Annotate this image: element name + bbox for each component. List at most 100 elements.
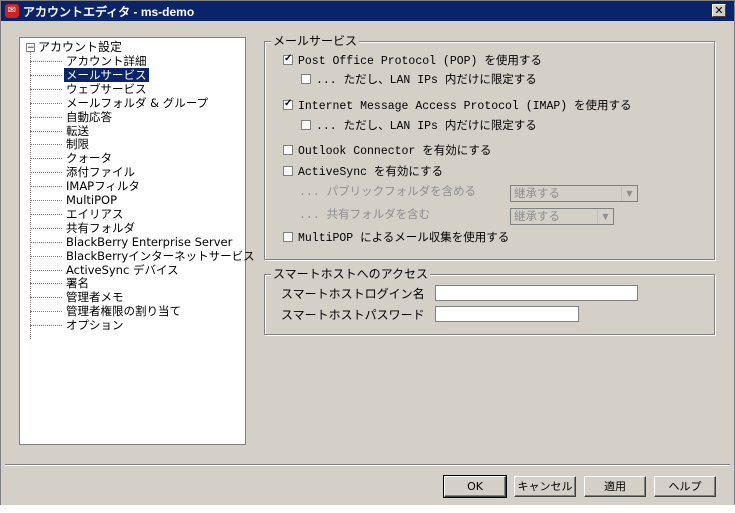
tree-root[interactable]: − アカウント設定 xyxy=(26,40,122,54)
apply-button[interactable]: 適用 xyxy=(584,476,646,497)
tree-connector xyxy=(30,74,62,76)
tree-item[interactable]: 管理者権限の割り当て xyxy=(30,305,183,318)
outlook-connector-checkbox[interactable] xyxy=(283,144,293,155)
tree-item[interactable]: 転送 xyxy=(30,124,91,138)
tree-item[interactable]: 署名 xyxy=(30,277,91,290)
outlook-connector-label: Outlook Connector を有効にする xyxy=(298,145,492,158)
mail-services-group: メールサービス ✓ Post Office Protocol (POP) を使用す… xyxy=(264,34,715,260)
activesync-label: ActiveSync を有効にする xyxy=(298,166,444,179)
multipop-checkbox[interactable] xyxy=(283,231,293,242)
smarthost-login-input[interactable] xyxy=(435,285,638,301)
smarthost-login-label: スマートホストログイン名 xyxy=(281,287,425,301)
tree-item-label: 自動応答 xyxy=(66,109,112,124)
tree-connector xyxy=(30,88,62,90)
tree-item[interactable]: 共有フォルダ xyxy=(30,220,137,235)
imap-lan-checkbox-row[interactable]: ... ただし、LAN IPs 内だけに限定する xyxy=(301,119,537,134)
pop-checkbox-row[interactable]: ✓ Post Office Protocol (POP) を使用する xyxy=(283,54,542,69)
shared-folders-value: 継承する xyxy=(514,209,560,223)
tree-root-label: アカウント設定 xyxy=(38,40,123,54)
tree-connector xyxy=(30,186,62,188)
chevron-down-icon[interactable]: ▼ xyxy=(621,186,637,201)
tree-item-label: BlackBerry Enterprise Server xyxy=(66,234,233,249)
smarthost-password-label: スマートホストパスワード xyxy=(281,308,425,322)
shared-folders-label: ... 共有フォルダを含む xyxy=(299,209,431,222)
tree-item-label: IMAPフィルタ xyxy=(66,179,140,194)
tree-item[interactable]: メールサービス xyxy=(30,67,149,82)
pop-checkbox[interactable]: ✓ xyxy=(283,54,293,65)
activesync-checkbox-row[interactable]: ActiveSync を有効にする xyxy=(283,165,444,180)
tree-item-label: アカウント詳細 xyxy=(66,54,147,68)
tree-item[interactable]: 管理者メモ xyxy=(30,291,126,304)
multipop-checkbox-row[interactable]: MultiPOP によるメール収集を使用する xyxy=(283,231,510,246)
cancel-button[interactable]: キャンセル xyxy=(514,476,576,497)
smarthost-password-input[interactable] xyxy=(435,306,579,322)
tree-item-label: 管理者権限の割り当て xyxy=(66,304,181,319)
settings-tree[interactable]: − アカウント設定 アカウント詳細 メールサービス ウェブサービス メールフォルダ & … xyxy=(19,37,255,445)
tree-connector xyxy=(30,255,62,257)
tree-item[interactable]: 自動応答 xyxy=(30,109,114,124)
tree-item[interactable]: 制限 xyxy=(30,138,91,151)
public-folders-value: 継承する xyxy=(514,186,560,200)
multipop-label: MultiPOP によるメール収集を使用する xyxy=(298,232,510,245)
tree-item-label: クォータ xyxy=(66,151,112,166)
title-bar: ✉ アカウントエディタ - ms-demo ✕ xyxy=(1,1,734,21)
shared-folders-select[interactable]: 継承する ▼ xyxy=(510,208,614,225)
tree-item-label: 署名 xyxy=(66,276,89,291)
tree-item[interactable]: アカウント詳細 xyxy=(30,55,149,68)
tree-item-label: ActiveSync デバイス xyxy=(66,262,179,277)
tree-item[interactable]: MultiPOP xyxy=(30,194,119,207)
tree-connector xyxy=(30,61,62,62)
pop-label: Post Office Protocol (POP) を使用する xyxy=(298,55,542,68)
activesync-checkbox[interactable] xyxy=(283,165,293,176)
tree-connector xyxy=(30,213,62,215)
pop-lan-checkbox-row[interactable]: ... ただし、LAN IPs 内だけに限定する xyxy=(301,73,537,88)
tree-connector xyxy=(30,102,62,104)
tree-item-label: ウェブサービス xyxy=(66,81,147,96)
public-folders-select[interactable]: 継承する ▼ xyxy=(510,185,638,202)
tree-item-label: 制限 xyxy=(66,137,89,152)
tree-item[interactable]: メールフォルダ & グループ xyxy=(30,96,210,110)
tree-item-label: エイリアス xyxy=(66,206,124,221)
tree-connector xyxy=(30,227,62,229)
tree-connector xyxy=(30,297,62,299)
tree-item-label: 共有フォルダ xyxy=(66,220,135,235)
imap-checkbox-row[interactable]: ✓ Internet Message Access Protocol (IMAP)… xyxy=(283,99,632,114)
app-icon: ✉ xyxy=(5,4,19,18)
mail-services-title: メールサービス xyxy=(271,34,360,48)
tree-item[interactable]: エイリアス xyxy=(30,206,126,221)
tree-connector xyxy=(30,172,62,174)
close-button[interactable]: ✕ xyxy=(712,4,726,17)
chevron-down-icon[interactable]: ▼ xyxy=(597,209,613,224)
ok-button[interactable]: OK xyxy=(443,475,507,498)
tree-connector xyxy=(30,241,62,243)
tree-item[interactable]: ウェブサービス xyxy=(30,81,149,96)
tree-item-label: MultiPOP xyxy=(66,193,118,207)
tree-connector xyxy=(30,311,62,313)
tree-item-label: メールサービス xyxy=(64,67,149,82)
smarthost-title: スマートホストへのアクセス xyxy=(271,267,431,281)
tree-item-label: オプション xyxy=(66,318,124,333)
tree-item[interactable]: 添付ファイル xyxy=(30,166,137,179)
tree-item[interactable]: BlackBerryインターネットサービス xyxy=(30,249,257,263)
pop-lan-label: ... ただし、LAN IPs 内だけに限定する xyxy=(316,74,537,87)
collapse-icon[interactable]: − xyxy=(26,43,35,53)
divider xyxy=(5,464,730,466)
help-button[interactable]: ヘルプ xyxy=(654,476,716,497)
tree-connector xyxy=(30,158,62,160)
tree-item-label: 管理者メモ xyxy=(66,290,124,305)
tree-item[interactable]: IMAPフィルタ xyxy=(30,180,142,193)
window-title: アカウントエディタ - ms-demo xyxy=(23,5,195,19)
tree-item[interactable]: ActiveSync デバイス xyxy=(30,262,181,277)
imap-lan-checkbox[interactable] xyxy=(301,119,311,130)
tree-item[interactable]: BlackBerry Enterprise Server xyxy=(30,234,234,249)
tree-item[interactable]: クォータ xyxy=(30,152,114,165)
outlook-connector-checkbox-row[interactable]: Outlook Connector を有効にする xyxy=(283,144,492,159)
tree-connector xyxy=(30,283,62,285)
tree-item[interactable]: オプション xyxy=(30,319,126,332)
smarthost-group: スマートホストへのアクセス スマートホストログイン名 スマートホストパスワード xyxy=(264,267,715,335)
tree-connector xyxy=(30,144,62,146)
imap-lan-label: ... ただし、LAN IPs 内だけに限定する xyxy=(316,120,537,133)
account-editor-window: ✉ アカウントエディタ - ms-demo ✕ − アカウント設定 アカウント詳細… xyxy=(0,0,735,507)
imap-checkbox[interactable]: ✓ xyxy=(283,99,293,110)
pop-lan-checkbox[interactable] xyxy=(301,73,311,84)
